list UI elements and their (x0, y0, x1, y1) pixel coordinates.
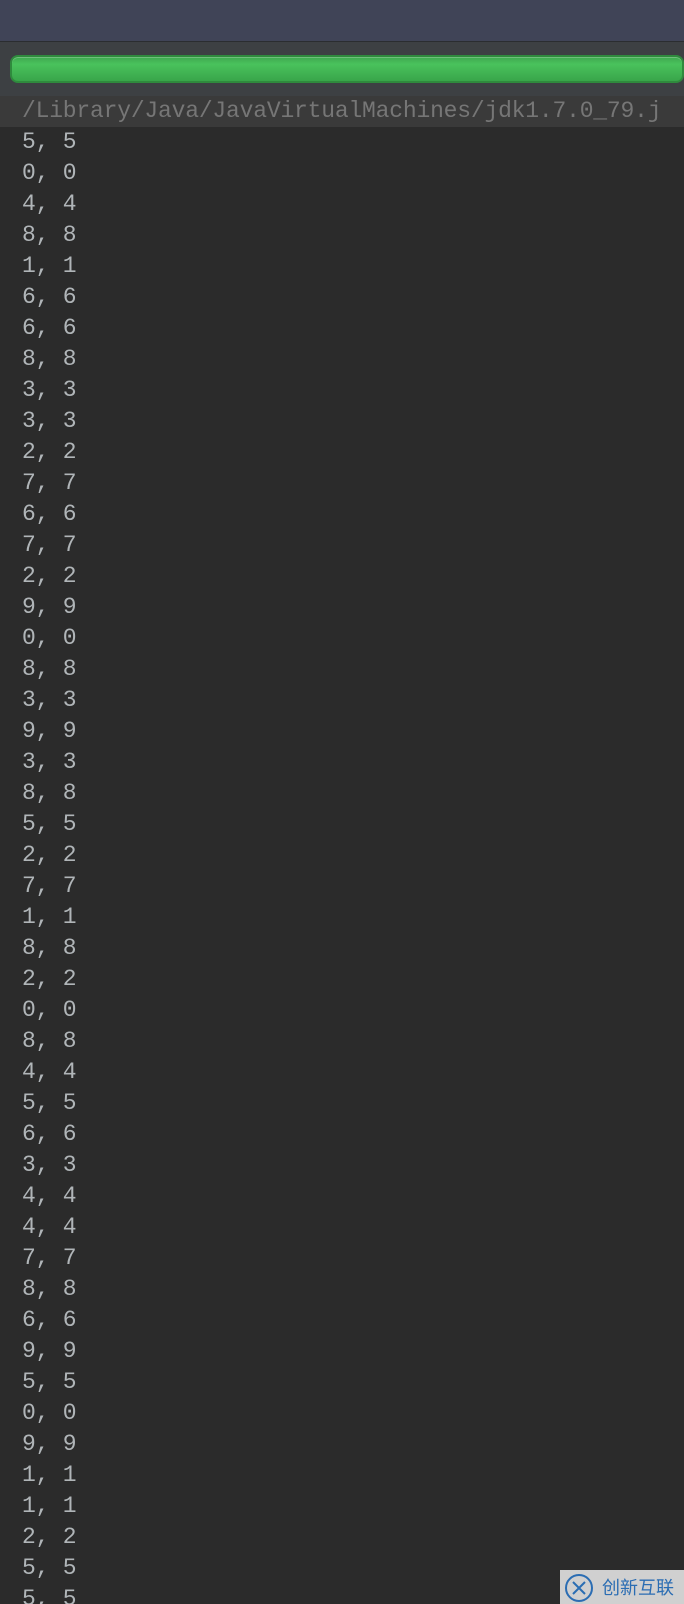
output-line: 4, 4 (0, 1181, 684, 1212)
console-output: /Library/Java/JavaVirtualMachines/jdk1.7… (0, 96, 684, 1604)
output-line: 2, 2 (0, 964, 684, 995)
output-line: 8, 8 (0, 220, 684, 251)
output-line: 1, 1 (0, 251, 684, 282)
progress-container (0, 42, 684, 96)
output-line: 8, 8 (0, 1026, 684, 1057)
output-line: 0, 0 (0, 995, 684, 1026)
output-line: 3, 3 (0, 747, 684, 778)
output-line: 9, 9 (0, 592, 684, 623)
output-line: 4, 4 (0, 189, 684, 220)
output-line: 4, 4 (0, 1212, 684, 1243)
output-line: 3, 3 (0, 685, 684, 716)
output-line: 7, 7 (0, 1243, 684, 1274)
output-line: 8, 8 (0, 933, 684, 964)
output-line: 6, 6 (0, 1305, 684, 1336)
output-line: 9, 9 (0, 716, 684, 747)
output-line: 1, 1 (0, 1460, 684, 1491)
output-line: 2, 2 (0, 1522, 684, 1553)
output-line: 6, 6 (0, 313, 684, 344)
output-line: 7, 7 (0, 468, 684, 499)
output-line: 9, 9 (0, 1336, 684, 1367)
output-line: 5, 5 (0, 1367, 684, 1398)
progress-bar[interactable] (10, 55, 684, 83)
output-line: 7, 7 (0, 530, 684, 561)
output-line: 2, 2 (0, 840, 684, 871)
output-line: 3, 3 (0, 406, 684, 437)
output-line: 8, 8 (0, 654, 684, 685)
run-command-path: /Library/Java/JavaVirtualMachines/jdk1.7… (0, 96, 684, 127)
output-line: 5, 5 (0, 809, 684, 840)
output-line: 9, 9 (0, 1429, 684, 1460)
watermark-text: 创新互联 (602, 1574, 674, 1600)
output-line: 4, 4 (0, 1057, 684, 1088)
output-line: 8, 8 (0, 344, 684, 375)
output-line: 6, 6 (0, 282, 684, 313)
output-line: 1, 1 (0, 902, 684, 933)
watermark-logo-icon (564, 1573, 594, 1603)
output-line: 0, 0 (0, 1398, 684, 1429)
output-line: 0, 0 (0, 623, 684, 654)
output-line: 6, 6 (0, 499, 684, 530)
output-line: 0, 0 (0, 158, 684, 189)
output-line: 5, 5 (0, 127, 684, 158)
output-line: 8, 8 (0, 778, 684, 809)
output-line: 8, 8 (0, 1274, 684, 1305)
output-line: 5, 5 (0, 1088, 684, 1119)
output-line: 3, 3 (0, 1150, 684, 1181)
output-line: 1, 1 (0, 1491, 684, 1522)
output-line: 3, 3 (0, 375, 684, 406)
watermark: 创新互联 (560, 1570, 684, 1604)
output-line: 6, 6 (0, 1119, 684, 1150)
title-bar (0, 0, 684, 42)
output-line: 2, 2 (0, 437, 684, 468)
output-line: 7, 7 (0, 871, 684, 902)
output-line: 2, 2 (0, 561, 684, 592)
